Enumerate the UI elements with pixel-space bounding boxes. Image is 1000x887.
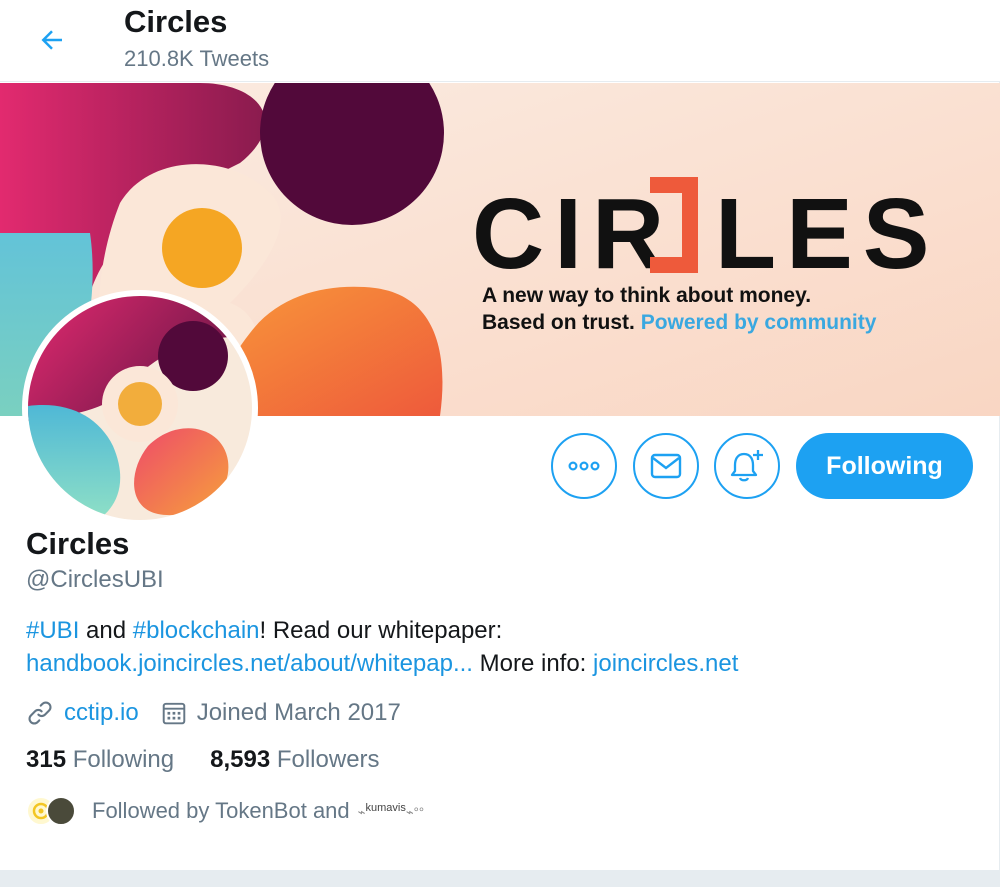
svg-text:LES: LES bbox=[715, 178, 939, 290]
calendar-icon bbox=[161, 700, 187, 726]
header-title: Circles bbox=[124, 4, 228, 39]
hashtag-blockchain-link[interactable]: #blockchain bbox=[133, 617, 260, 644]
message-button[interactable] bbox=[633, 433, 699, 499]
profile-handle: @CirclesUBI bbox=[26, 566, 164, 593]
banner-tagline-1: A new way to think about money. bbox=[482, 284, 811, 307]
followers-label: Followers bbox=[276, 746, 380, 773]
bell-plus-icon bbox=[730, 450, 763, 482]
website-bio-link[interactable]: joincircles.net bbox=[593, 650, 738, 677]
followed-by-avatars bbox=[26, 796, 76, 826]
banner-tagline-2: Based on trust. Powered by community bbox=[482, 311, 877, 334]
bio-text: ! Read our whitepaper: bbox=[259, 617, 503, 644]
back-button[interactable] bbox=[30, 20, 74, 60]
followers-count-link[interactable]: 8,593 Followers bbox=[210, 746, 379, 774]
profile-bio: #UBI and #blockchain! Read our whitepape… bbox=[26, 614, 966, 680]
notifications-button[interactable] bbox=[714, 433, 780, 499]
profile-meta: cctip.io Joined March 2017 bbox=[26, 697, 401, 729]
more-icon bbox=[568, 461, 600, 471]
profile-stats: 315 Following 8,593 Followers bbox=[26, 746, 416, 774]
avatar[interactable] bbox=[22, 290, 258, 526]
hashtag-ubi-link[interactable]: #UBI bbox=[26, 617, 79, 644]
profile-name: Circles bbox=[26, 526, 130, 561]
kumavis-avatar bbox=[46, 796, 76, 826]
kumavis-name: ⌁kumavis⌁°° bbox=[357, 801, 425, 820]
banner-wordmark: CIR bbox=[472, 178, 674, 290]
bio-text: More info: bbox=[472, 650, 594, 677]
following-count: 315 bbox=[26, 746, 67, 773]
following-label: Following bbox=[72, 746, 175, 773]
arrow-left-icon bbox=[41, 30, 62, 50]
following-button[interactable]: Following bbox=[796, 433, 973, 499]
profile-page: Circles 210.8K Tweets CIR LES A new way … bbox=[0, 0, 1000, 870]
joined-date: Joined March 2017 bbox=[196, 699, 401, 726]
more-options-button[interactable] bbox=[551, 433, 617, 499]
whitepaper-link[interactable]: handbook.joincircles.net/about/whitepap.… bbox=[26, 650, 473, 677]
tweet-count: 210.8K Tweets bbox=[124, 46, 270, 71]
followers-count: 8,593 bbox=[210, 746, 271, 773]
website-link[interactable]: cctip.io bbox=[64, 699, 139, 727]
link-icon bbox=[26, 699, 54, 727]
envelope-icon bbox=[650, 453, 682, 479]
followed-by[interactable]: Followed by TokenBot and ⌁kumavis⌁°° bbox=[26, 796, 424, 826]
profile-header-bar: Circles 210.8K Tweets bbox=[0, 0, 1000, 82]
bio-text: and bbox=[79, 617, 133, 644]
followed-by-text: Followed by TokenBot and bbox=[92, 798, 350, 823]
following-count-link[interactable]: 315 Following bbox=[26, 746, 174, 774]
